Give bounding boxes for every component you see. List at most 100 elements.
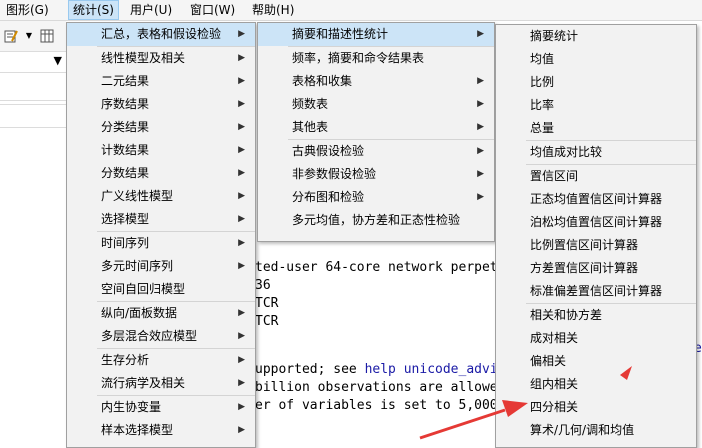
menu-window[interactable]: 窗口(W) xyxy=(186,0,239,20)
submenu-arrow-icon: ▶ xyxy=(238,238,245,248)
output-line-4: TCR xyxy=(255,314,279,329)
statistics-menu-item[interactable]: 广义线性模型 ▶ xyxy=(67,185,255,208)
statistics-menu-item[interactable]: 空间自回归模型 xyxy=(67,278,255,301)
statistics-menu-item-label: 内生协变量 xyxy=(101,400,162,414)
toolbar: ▼ xyxy=(0,21,66,52)
chevron-down-icon[interactable]: ▼ xyxy=(22,29,36,43)
statistics-menu-item[interactable]: 多层混合效应模型 ▶ xyxy=(67,325,255,348)
statistics-menu-item-label: 样本选择模型 xyxy=(101,423,174,437)
descriptive-submenu-item-label: 标准偏差置信区间计算器 xyxy=(530,284,663,298)
statistics-menu-item-label: 生存分析 xyxy=(101,353,150,367)
summary-descriptive-submenu: 摘要统计均值 比例 比率 总量均值成对比较 置信区间正态均值置信区间计算器泊松均值置信区… xyxy=(495,24,697,448)
statistics-menu-item[interactable]: 内生协变量 ▶ xyxy=(67,396,255,419)
descriptive-submenu-item-label: 偏相关 xyxy=(530,354,567,368)
statistics-menu: 汇总，表格和假设检验 ▶ 线性模型及相关 ▶ 二元结果 ▶ 序数结果 ▶ 分类结果 ▶ 计数结果 ▶ 分… xyxy=(66,22,256,448)
descriptive-submenu-item[interactable]: 泊松均值置信区间计算器 xyxy=(496,211,696,234)
descriptive-submenu-item-label: 均值成对比较 xyxy=(530,145,603,159)
descriptive-submenu-item[interactable]: 摘要统计 xyxy=(496,25,696,48)
summary-submenu-item[interactable]: 其他表 ▶ xyxy=(258,116,494,139)
descriptive-submenu-item[interactable]: 相关和协方差 xyxy=(496,304,696,327)
descriptive-submenu-item-label: 方差置信区间计算器 xyxy=(530,261,639,275)
summary-submenu-item[interactable]: 分布图和检验 ▶ xyxy=(258,186,494,209)
submenu-arrow-icon: ▶ xyxy=(477,76,484,86)
panel-strip-2 xyxy=(0,104,66,128)
descriptive-submenu-item[interactable]: 成对相关 xyxy=(496,327,696,350)
descriptive-submenu-item-label: 四分相关 xyxy=(530,400,579,414)
statistics-menu-item-label: 分数结果 xyxy=(101,166,150,180)
submenu-arrow-icon: ▶ xyxy=(238,261,245,271)
submenu-arrow-icon: ▶ xyxy=(477,122,484,132)
descriptive-submenu-item[interactable]: 正态均值置信区间计算器 xyxy=(496,188,696,211)
summary-submenu-item-label: 摘要和描述性统计 xyxy=(292,27,389,41)
submenu-arrow-icon: ▶ xyxy=(238,99,245,109)
statistics-menu-item[interactable]: 分数结果 ▶ xyxy=(67,162,255,185)
statistics-menu-item-label: 选择模型 xyxy=(101,212,150,226)
statistics-menu-item-label: 时间序列 xyxy=(101,236,150,250)
statistics-menu-item[interactable]: 二元结果 ▶ xyxy=(67,70,255,93)
statistics-menu-item[interactable]: 选择模型 ▶ xyxy=(67,208,255,231)
summary-submenu-item-label: 频数表 xyxy=(292,97,329,111)
statistics-menu-item[interactable]: 汇总，表格和假设检验 ▶ xyxy=(67,23,255,46)
descriptive-submenu-item[interactable]: 比例 xyxy=(496,71,696,94)
summary-submenu-item-label: 古典假设检验 xyxy=(292,144,365,158)
summary-submenu-item[interactable]: 摘要和描述性统计 ▶ xyxy=(258,23,494,46)
summary-submenu-item-label: 表格和收集 xyxy=(292,74,353,88)
submenu-arrow-icon: ▶ xyxy=(238,308,245,318)
submenu-arrow-icon: ▶ xyxy=(238,355,245,365)
panel-strip xyxy=(0,80,66,101)
filter-icon[interactable]: ▼ xyxy=(54,54,62,67)
descriptive-submenu-item[interactable]: 总量 xyxy=(496,117,696,140)
data-editor-icon[interactable] xyxy=(40,29,54,43)
summary-submenu-item[interactable]: 频率，摘要和命令结果表 xyxy=(258,47,494,70)
summary-submenu-item[interactable]: 表格和收集 ▶ xyxy=(258,70,494,93)
descriptive-submenu-item[interactable]: 算术/几何/调和均值 xyxy=(496,419,696,442)
submenu-arrow-icon: ▶ xyxy=(477,169,484,179)
descriptive-submenu-item[interactable]: 比率 xyxy=(496,94,696,117)
descriptive-submenu-item[interactable]: 标准偏差置信区间计算器 xyxy=(496,280,696,303)
output-line-3: TCR xyxy=(255,296,279,311)
statistics-menu-item[interactable]: 样本选择模型 ▶ xyxy=(67,419,255,442)
menu-graphics[interactable]: 图形(G) xyxy=(2,0,53,20)
descriptive-submenu-item-label: 摘要统计 xyxy=(530,29,579,43)
submenu-arrow-icon: ▶ xyxy=(238,214,245,224)
descriptive-submenu-item[interactable]: 均值成对比较 xyxy=(496,141,696,164)
submenu-arrow-icon: ▶ xyxy=(238,29,245,39)
edit-icon[interactable] xyxy=(4,29,18,43)
descriptive-submenu-item[interactable]: 组内相关 xyxy=(496,373,696,396)
summary-submenu-item[interactable]: 多元均值，协方差和正态性检验 xyxy=(258,209,494,232)
submenu-arrow-icon: ▶ xyxy=(238,402,245,412)
descriptive-submenu-item[interactable]: 比例置信区间计算器 xyxy=(496,234,696,257)
statistics-menu-item-label: 计数结果 xyxy=(101,143,150,157)
output-line-6: billion observations are allowed; s xyxy=(255,380,529,395)
descriptive-submenu-item[interactable]: 均值 xyxy=(496,48,696,71)
statistics-menu-item[interactable]: 纵向/面板数据 ▶ xyxy=(67,302,255,325)
statistics-menu-item-label: 纵向/面板数据 xyxy=(101,306,178,320)
descriptive-submenu-item-label: 组内相关 xyxy=(530,377,579,391)
submenu-arrow-icon: ▶ xyxy=(238,168,245,178)
statistics-menu-item[interactable]: 时间序列 ▶ xyxy=(67,232,255,255)
statistics-menu-item[interactable]: 流行病学及相关 ▶ xyxy=(67,372,255,395)
statistics-menu-item[interactable]: 序数结果 ▶ xyxy=(67,93,255,116)
statistics-menu-item-label: 分类结果 xyxy=(101,120,150,134)
descriptive-submenu-item-label: 比例置信区间计算器 xyxy=(530,238,639,252)
statistics-menu-item[interactable]: 分类结果 ▶ xyxy=(67,116,255,139)
descriptive-submenu-item[interactable]: 置信区间 xyxy=(496,165,696,188)
menu-user[interactable]: 用户(U) xyxy=(126,0,176,20)
menu-statistics[interactable]: 统计(S) xyxy=(68,0,119,20)
descriptive-submenu-item[interactable]: 四分相关 xyxy=(496,396,696,419)
descriptive-submenu-item-label: 泊松均值置信区间计算器 xyxy=(530,215,663,229)
descriptive-submenu-item-label: 置信区间 xyxy=(530,169,579,183)
menu-help[interactable]: 帮助(H) xyxy=(248,0,298,20)
summary-submenu-item[interactable]: 非参数假设检验 ▶ xyxy=(258,163,494,186)
summary-submenu-item[interactable]: 频数表 ▶ xyxy=(258,93,494,116)
descriptive-submenu-item[interactable]: 方差置信区间计算器 xyxy=(496,257,696,280)
statistics-menu-item[interactable]: 生存分析 ▶ xyxy=(67,349,255,372)
statistics-menu-item[interactable]: 线性模型及相关 ▶ xyxy=(67,47,255,70)
summary-submenu-item[interactable]: 古典假设检验 ▶ xyxy=(258,140,494,163)
statistics-menu-item[interactable]: 计数结果 ▶ xyxy=(67,139,255,162)
submenu-arrow-icon: ▶ xyxy=(238,53,245,63)
statistics-menu-item[interactable]: 多元时间序列 ▶ xyxy=(67,255,255,278)
descriptive-submenu-item[interactable]: 偏相关 xyxy=(496,350,696,373)
output-line-2: 36 xyxy=(255,278,271,293)
submenu-arrow-icon: ▶ xyxy=(238,425,245,435)
